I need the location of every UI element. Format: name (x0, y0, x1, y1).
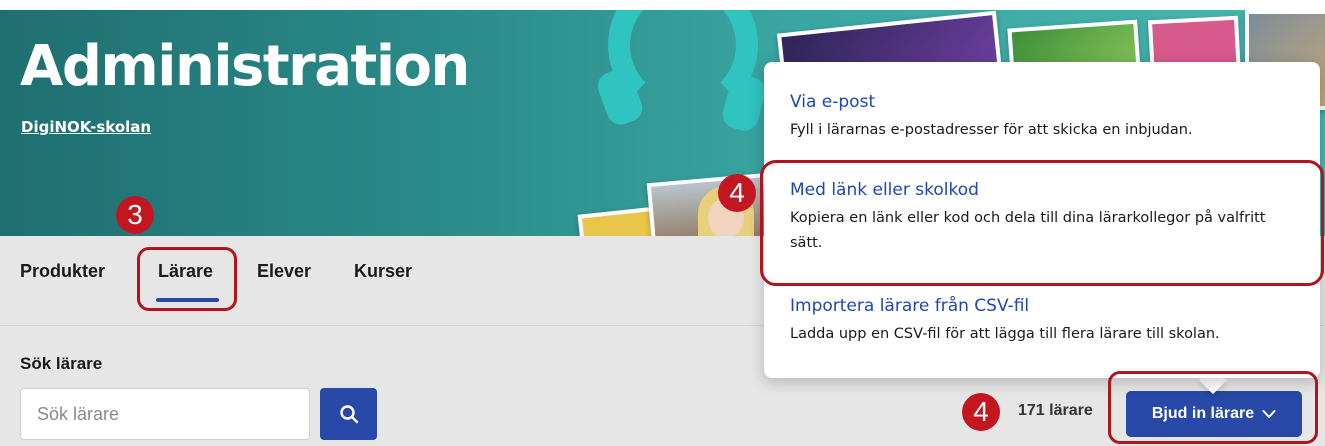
tab-produkter[interactable]: Produkter (20, 261, 105, 282)
menu-item-title: Importera lärare från CSV-fil (790, 296, 1030, 316)
step-marker: 4 (718, 174, 756, 212)
annotation-highlight-tab (137, 247, 237, 311)
search-icon (339, 405, 358, 424)
tab-elever[interactable]: Elever (257, 261, 311, 282)
step-marker: 4 (962, 393, 1000, 431)
menu-item-description: Ladda upp en CSV-fil för att lägga till … (790, 326, 1220, 342)
search-button[interactable] (320, 388, 377, 440)
search-input[interactable] (20, 388, 310, 440)
page-title: Administration (20, 34, 470, 99)
search-heading: Sök lärare (20, 354, 103, 373)
school-link[interactable]: DigiNOK-skolan (21, 118, 151, 136)
annotation-highlight-button (1108, 371, 1318, 444)
menu-item-title: Via e-post (790, 92, 876, 112)
teacher-count: 171 lärare (1018, 402, 1093, 419)
tab-kurser[interactable]: Kurser (354, 261, 412, 282)
menu-item-csv-import[interactable]: Importera lärare från CSV-fil Ladda upp … (790, 296, 1296, 347)
menu-item-description: Fyll i lärarnas e-postadresser för att s… (790, 122, 1193, 138)
menu-item-email[interactable]: Via e-post Fyll i lärarnas e-postadresse… (790, 92, 1296, 143)
annotation-highlight-menu-item (760, 160, 1324, 286)
step-marker: 3 (116, 196, 154, 234)
